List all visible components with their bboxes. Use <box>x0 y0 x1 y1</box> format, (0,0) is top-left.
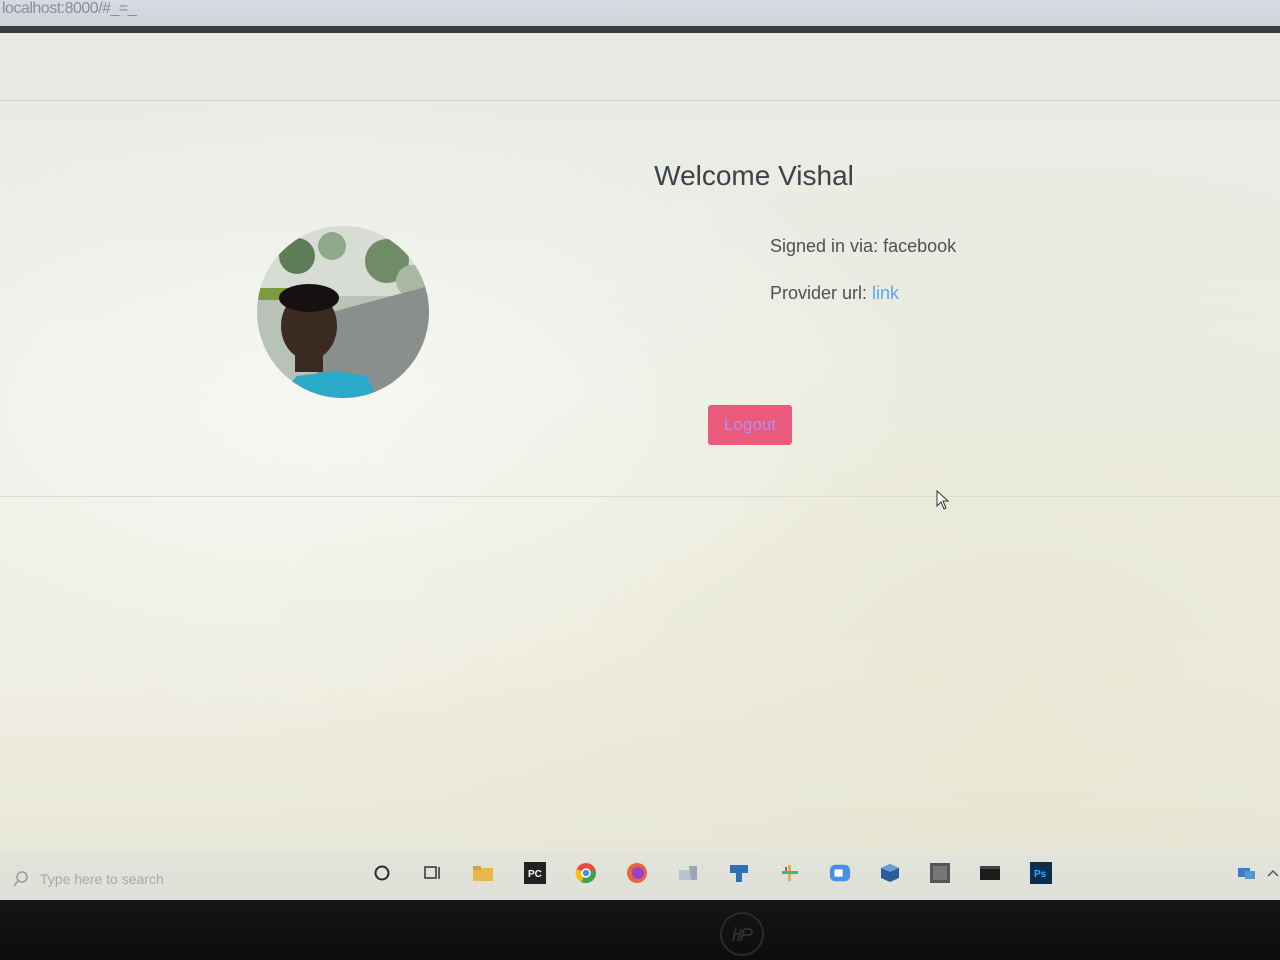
monitor-screen: localhost:8000/#_=_ Welcome Vishal Signe… <box>0 0 1280 900</box>
terminal-icon[interactable] <box>979 862 1001 884</box>
cortana-icon[interactable] <box>371 862 393 884</box>
windows-taskbar: Type here to search PC Ps <box>0 850 1280 900</box>
postman-icon[interactable] <box>728 862 750 884</box>
profile-avatar <box>257 226 429 398</box>
chrome-icon[interactable] <box>575 862 597 884</box>
browser-bar-border <box>0 26 1280 33</box>
firefox-icon[interactable] <box>626 862 648 884</box>
hp-logo-icon <box>720 912 764 956</box>
zoom-icon[interactable] <box>829 862 851 884</box>
content-divider <box>0 496 1280 497</box>
taskbar-search[interactable]: Type here to search <box>12 870 164 888</box>
page-title: Welcome Vishal <box>654 160 854 191</box>
provider-url-link[interactable]: link <box>872 283 899 303</box>
provider-url-label: Provider url: <box>770 283 873 303</box>
photoshop-icon[interactable]: Ps <box>1030 862 1052 884</box>
file-explorer-icon[interactable] <box>472 862 494 884</box>
signed-in-provider: Signed in via: facebook <box>770 236 957 256</box>
search-placeholder: Type here to search <box>40 871 164 887</box>
svg-text:Ps: Ps <box>1034 869 1047 880</box>
pycharm-icon[interactable]: PC <box>524 862 546 884</box>
mouse-cursor-icon <box>936 490 950 510</box>
app-icon[interactable] <box>677 862 699 884</box>
svg-text:PC: PC <box>528 869 542 880</box>
task-view-icon[interactable] <box>421 862 443 884</box>
logout-button[interactable]: Logout <box>708 405 792 445</box>
navbar-divider <box>0 100 1280 101</box>
slack-icon[interactable] <box>779 862 801 884</box>
provider-url-row: Provider url: link <box>770 283 899 304</box>
virtualbox-icon[interactable] <box>879 862 901 884</box>
url-text: localhost:8000/#_=_ <box>2 0 137 17</box>
user-photo-icon <box>257 226 429 398</box>
network-tray-icon[interactable] <box>1236 862 1258 884</box>
search-icon <box>13 871 28 887</box>
browser-address-bar[interactable]: localhost:8000/#_=_ <box>0 0 1280 26</box>
app-window-icon[interactable] <box>929 862 951 884</box>
monitor-bezel <box>0 900 1280 960</box>
chevron-up-icon[interactable] <box>1262 862 1280 884</box>
